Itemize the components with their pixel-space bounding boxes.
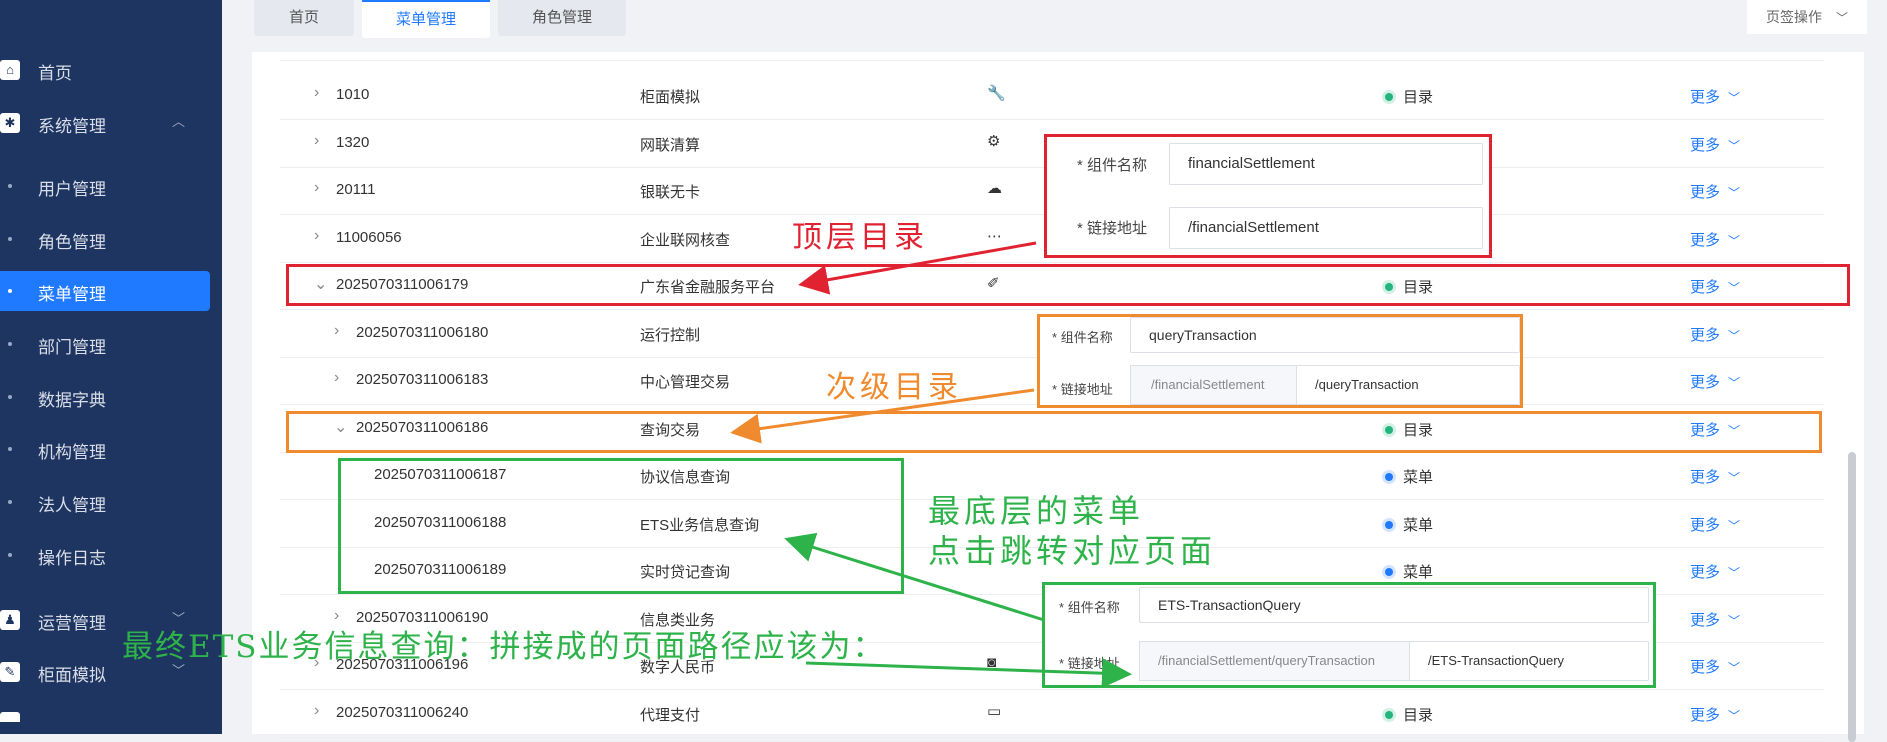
leaf-arrow: [784, 532, 1045, 622]
annotation-arrows: [730, 241, 1132, 689]
sub-dir-arrow: [730, 388, 1035, 444]
top-dir-arrow: [798, 241, 1037, 295]
final-path-arrow: [805, 658, 1132, 689]
